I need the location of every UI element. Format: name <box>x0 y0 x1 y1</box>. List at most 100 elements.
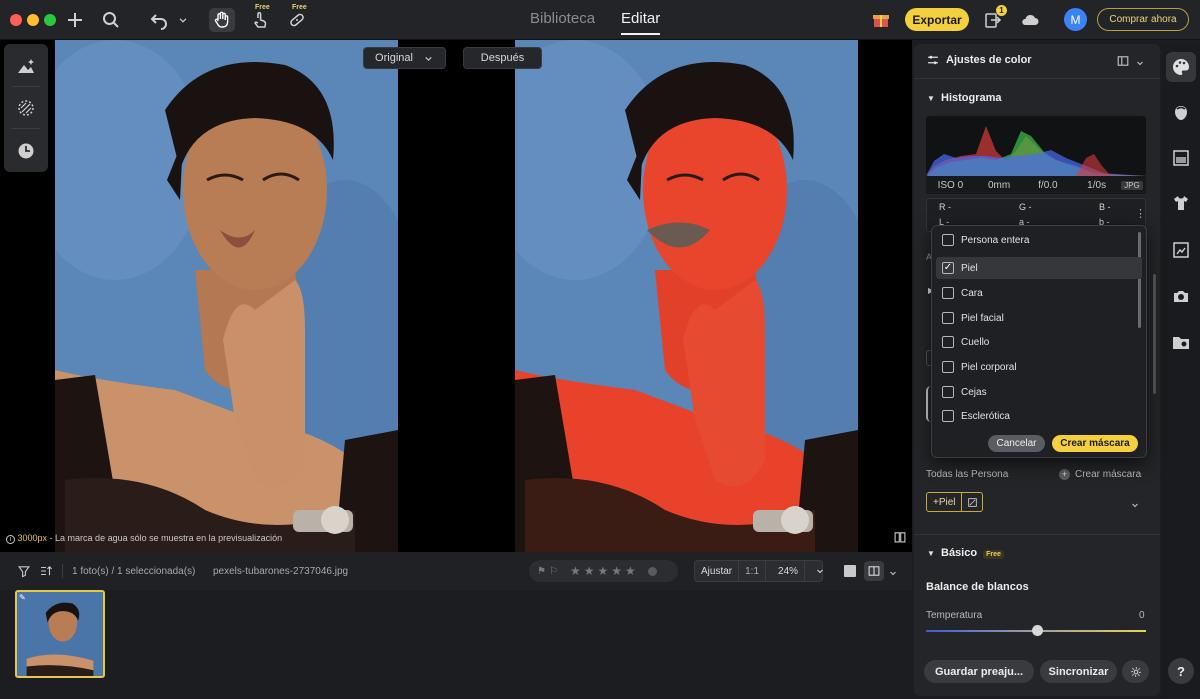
create-mask-button[interactable]: Crear máscara <box>1052 435 1138 452</box>
color-label-icon[interactable] <box>647 566 657 576</box>
right-tool-strip: ? <box>1162 44 1200 699</box>
mask-option-neck[interactable]: Cuello <box>936 331 1142 353</box>
mask-option-face[interactable]: Cara <box>936 282 1142 304</box>
cancel-button[interactable]: Cancelar <box>988 435 1045 452</box>
buy-now-button[interactable]: Comprar ahora <box>1097 8 1189 31</box>
cloud-icon[interactable] <box>1017 8 1043 32</box>
maximize-window-button[interactable] <box>44 14 56 26</box>
grain-texture-icon[interactable] <box>1171 148 1191 168</box>
flag-icon[interactable]: ⚑ <box>537 566 546 577</box>
shutter-speed: 1/0s <box>1087 179 1107 191</box>
sort-icon[interactable] <box>39 564 53 578</box>
landscape-ai-icon[interactable] <box>16 56 36 76</box>
mask-preview-photo <box>515 40 858 552</box>
edit-mask-icon[interactable] <box>961 493 983 511</box>
mask-option-eyebrows[interactable]: Cejas <box>936 381 1142 403</box>
histogram-collapse-icon[interactable]: ▼ <box>927 94 935 103</box>
mask-option-sclera[interactable]: Esclerótica <box>936 405 1142 427</box>
star-icon[interactable]: ★ <box>597 564 608 578</box>
clothing-tshirt-icon[interactable] <box>1171 193 1191 213</box>
camera-icon[interactable] <box>1171 286 1191 306</box>
mask-option-body-skin[interactable]: Piel corporal <box>936 356 1142 378</box>
mask-option-whole-person[interactable]: Persona entera <box>936 229 1142 251</box>
mask-option-label: Cara <box>961 287 983 299</box>
before-after-view-icon[interactable] <box>864 561 884 581</box>
filmstrip-toolbar: 1 foto(s) / 1 seleccionada(s) pexels-tub… <box>0 552 912 590</box>
save-preset-button[interactable]: Guardar preaju... <box>924 660 1034 683</box>
watermark-resolution: 3000px <box>17 533 48 543</box>
create-mask-link[interactable]: Crear máscara <box>1075 469 1141 480</box>
filter-icon[interactable] <box>17 564 31 578</box>
file-name: pexels-tubarones-2737046.jpg <box>213 566 349 577</box>
skin-mask-chip[interactable]: +Piel <box>926 492 983 512</box>
export-button[interactable]: Exportar <box>905 8 969 31</box>
star-icon[interactable]: ★ <box>584 564 595 578</box>
search-icon[interactable] <box>98 8 124 32</box>
add-icon[interactable] <box>62 8 88 32</box>
mask-option-label: Persona entera <box>961 234 1030 246</box>
tab-editar[interactable]: Editar <box>621 10 661 35</box>
star-icon[interactable]: ★ <box>611 564 622 578</box>
photo-canvas[interactable]: Original Después i 3000px - La marca de … <box>0 40 912 552</box>
zoom-level: 24% <box>772 561 806 581</box>
crop-frame-icon[interactable] <box>1171 240 1191 260</box>
user-avatar[interactable]: M <box>1064 8 1087 31</box>
portrait-face-icon[interactable] <box>1171 103 1191 123</box>
zoom-select[interactable]: 24% <box>766 561 831 581</box>
filmstrip-thumbnail[interactable]: ✎ <box>15 590 105 678</box>
hand-tool-icon[interactable] <box>209 8 235 32</box>
chevron-down-icon[interactable] <box>1135 55 1145 66</box>
mask-option-facial-skin[interactable]: Piel facial <box>936 307 1142 329</box>
checkbox[interactable] <box>942 287 954 299</box>
checkbox-checked[interactable]: ✓ <box>942 262 954 274</box>
basic-title: Básico <box>941 547 978 559</box>
checkbox[interactable] <box>942 386 954 398</box>
mask-option-label: Esclerótica <box>961 410 1010 422</box>
noise-reduction-icon[interactable] <box>16 98 36 118</box>
book-icon[interactable] <box>893 530 907 544</box>
help-button[interactable]: ? <box>1168 658 1194 684</box>
mask-option-label: Piel corporal <box>961 361 1017 373</box>
sync-button[interactable]: Sincronizar <box>1040 660 1117 683</box>
compare-original-select[interactable]: Original <box>363 47 446 69</box>
touch-tool-icon[interactable]: Free <box>247 4 273 32</box>
undo-icon[interactable] <box>146 8 172 32</box>
history-clock-icon[interactable] <box>16 141 36 161</box>
compare-after-label[interactable]: Después <box>463 47 542 69</box>
watermark-notice: i 3000px - La marca de agua sólo se mues… <box>6 533 282 544</box>
checkbox[interactable] <box>942 361 954 373</box>
checkbox[interactable] <box>942 234 954 246</box>
folder-view-icon[interactable] <box>1171 332 1191 352</box>
undo-history-chevron-icon[interactable] <box>170 8 196 32</box>
more-options-icon[interactable]: ⋮ <box>1135 207 1146 220</box>
chevron-down-icon <box>817 569 823 574</box>
basic-collapse-icon[interactable]: ▼ <box>927 549 935 558</box>
edited-icon: ✎ <box>19 593 26 602</box>
tab-biblioteca[interactable]: Biblioteca <box>530 10 595 35</box>
fit-button[interactable]: Ajustar <box>695 561 740 581</box>
chevron-down-icon[interactable] <box>1130 497 1140 508</box>
gift-icon[interactable] <box>868 8 894 32</box>
checkbox[interactable] <box>942 410 954 422</box>
checkbox[interactable] <box>942 312 954 324</box>
close-window-button[interactable] <box>10 14 22 26</box>
single-view-icon[interactable] <box>844 565 856 577</box>
sliders-icon <box>926 53 940 67</box>
actual-size-button[interactable]: 1:1 <box>739 561 767 581</box>
bandage-tool-icon[interactable]: Free <box>284 4 310 32</box>
blue-readout: B - <box>1099 202 1111 212</box>
color-palette-icon[interactable] <box>1171 57 1191 77</box>
sync-settings-icon[interactable] <box>1122 660 1149 683</box>
star-icon[interactable]: ★ <box>625 564 636 578</box>
reject-flag-icon[interactable]: ⚐ <box>549 566 558 577</box>
minimize-window-button[interactable] <box>27 14 39 26</box>
panel-layout-icon[interactable] <box>1117 54 1129 66</box>
rating-bar: ⚑ ⚐ ★ ★ ★ ★ ★ <box>529 560 678 582</box>
star-icon[interactable]: ★ <box>570 564 581 578</box>
chevron-down-icon[interactable] <box>888 565 898 576</box>
temperature-slider-handle[interactable] <box>1032 625 1043 636</box>
plus-circle-icon[interactable]: + <box>1059 469 1070 480</box>
mask-option-skin[interactable]: ✓ Piel <box>936 257 1142 279</box>
checkbox[interactable] <box>942 336 954 348</box>
panel-scrollbar[interactable] <box>1153 274 1156 394</box>
